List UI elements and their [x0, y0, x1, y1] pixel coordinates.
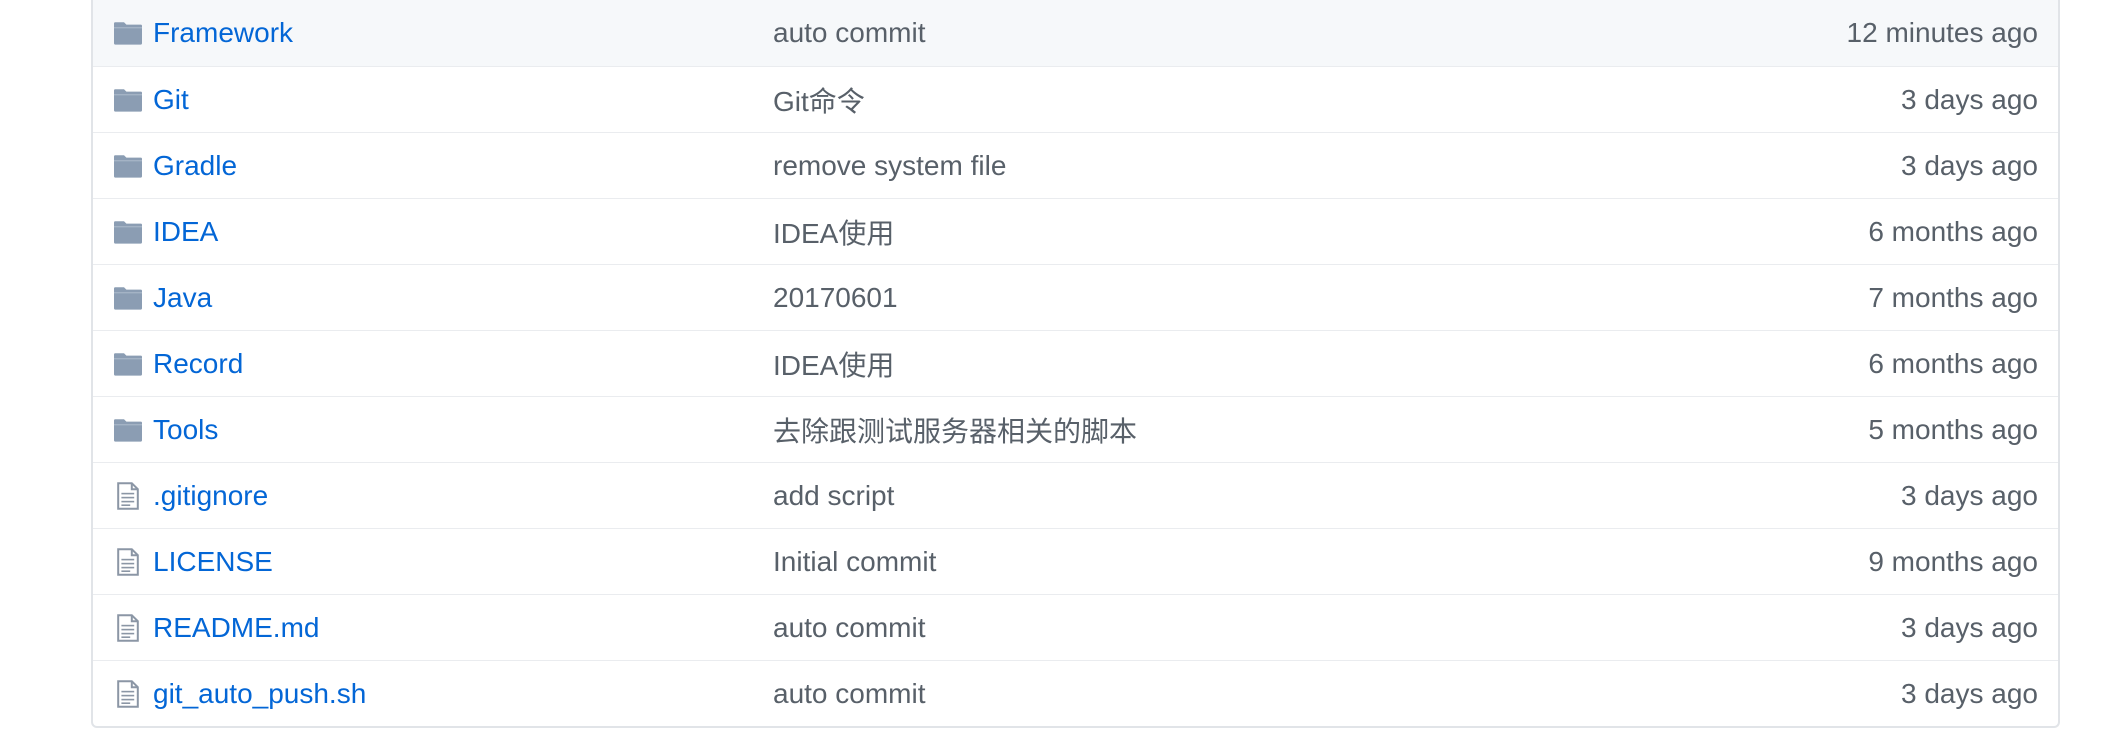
file-icon	[113, 547, 143, 577]
file-row: .gitignore add script 3 days ago	[93, 462, 2058, 528]
file-row: Framework auto commit 12 minutes ago	[93, 0, 2058, 66]
commit-age: 7 months ago	[1868, 281, 2038, 313]
commit-age: 6 months ago	[1868, 347, 2038, 379]
file-name-link[interactable]: Java	[153, 282, 212, 314]
file-name-link[interactable]: README.md	[153, 612, 319, 644]
file-icon	[113, 679, 143, 709]
commit-message-link[interactable]: Initial commit	[773, 546, 936, 578]
commit-message-link[interactable]: 去除跟测试服务器相关的脚本	[773, 410, 1137, 450]
commit-message-link[interactable]: auto commit	[773, 612, 926, 644]
file-row: Java 20170601 7 months ago	[93, 264, 2058, 330]
commit-message-link[interactable]: 20170601	[773, 282, 898, 314]
commit-age: 3 days ago	[1901, 83, 2038, 115]
file-list-table: Framework auto commit 12 minutes ago Git…	[91, 0, 2060, 728]
file-name-link[interactable]: Gradle	[153, 150, 237, 182]
file-row: git_auto_push.sh auto commit 3 days ago	[93, 660, 2058, 726]
file-name-link[interactable]: IDEA	[153, 216, 218, 248]
commit-message-link[interactable]: auto commit	[773, 678, 926, 710]
commit-age: 6 months ago	[1868, 215, 2038, 247]
file-name-link[interactable]: .gitignore	[153, 480, 268, 512]
commit-age: 9 months ago	[1868, 545, 2038, 577]
commit-message-link[interactable]: add script	[773, 480, 894, 512]
commit-message-link[interactable]: IDEA使用	[773, 344, 894, 384]
commit-age: 3 days ago	[1901, 611, 2038, 643]
commit-age: 3 days ago	[1901, 149, 2038, 181]
folder-icon	[113, 217, 143, 247]
commit-age: 3 days ago	[1901, 479, 2038, 511]
folder-icon	[113, 85, 143, 115]
commit-message-link[interactable]: Git命令	[773, 80, 865, 120]
folder-icon	[113, 18, 143, 48]
file-row: Gradle remove system file 3 days ago	[93, 132, 2058, 198]
commit-age: 5 months ago	[1868, 413, 2038, 445]
commit-age: 12 minutes ago	[1846, 17, 2038, 48]
file-row: Git Git命令 3 days ago	[93, 66, 2058, 132]
file-name-link[interactable]: git_auto_push.sh	[153, 678, 366, 710]
folder-icon	[113, 415, 143, 445]
file-row: LICENSE Initial commit 9 months ago	[93, 528, 2058, 594]
file-name-link[interactable]: Record	[153, 348, 243, 380]
file-name-link[interactable]: Git	[153, 84, 189, 116]
folder-icon	[113, 151, 143, 181]
commit-message-link[interactable]: remove system file	[773, 150, 1006, 182]
file-icon	[113, 613, 143, 643]
file-row: IDEA IDEA使用 6 months ago	[93, 198, 2058, 264]
file-icon	[113, 481, 143, 511]
file-name-link[interactable]: Framework	[153, 17, 293, 49]
commit-message-link[interactable]: auto commit	[773, 17, 926, 49]
file-name-link[interactable]: Tools	[153, 414, 218, 446]
commit-age: 3 days ago	[1901, 677, 2038, 709]
file-row: Record IDEA使用 6 months ago	[93, 330, 2058, 396]
folder-icon	[113, 349, 143, 379]
file-name-link[interactable]: LICENSE	[153, 546, 273, 578]
commit-message-link[interactable]: IDEA使用	[773, 212, 894, 252]
folder-icon	[113, 283, 143, 313]
file-row: README.md auto commit 3 days ago	[93, 594, 2058, 660]
file-row: Tools 去除跟测试服务器相关的脚本 5 months ago	[93, 396, 2058, 462]
